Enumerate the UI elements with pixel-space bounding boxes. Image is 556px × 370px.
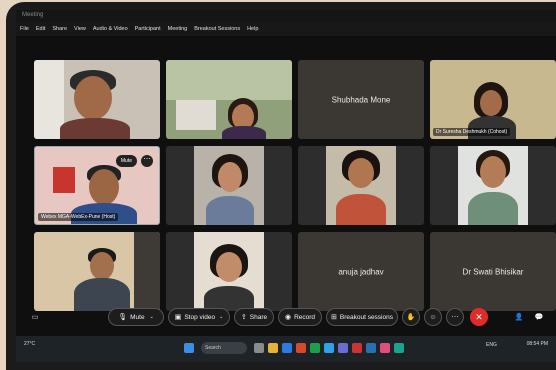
mute-indicator[interactable]: Mute — [115, 155, 137, 167]
participant-name: Dr Swati Bhisikar — [462, 267, 524, 276]
taskbar-app-icon[interactable] — [394, 343, 404, 353]
taskbar-app-icon[interactable] — [352, 343, 362, 353]
menu-participant[interactable]: Participant — [135, 26, 161, 32]
record-label: Record — [294, 313, 316, 321]
reactions-icon[interactable]: ☺ — [424, 308, 442, 326]
more-options-icon[interactable]: ⋯ — [446, 308, 464, 326]
video-camera-icon: ▣ — [174, 314, 182, 321]
mute-label: Mute — [120, 158, 132, 164]
menu-file[interactable]: File — [20, 26, 29, 32]
menu-meeting[interactable]: Meeting — [168, 26, 188, 32]
video-tile-1[interactable] — [34, 60, 160, 139]
clock[interactable]: 08:54 PM — [527, 341, 548, 347]
menu-help[interactable]: Help — [247, 26, 258, 32]
video-tile-10[interactable] — [166, 232, 292, 311]
share-button[interactable]: ⇪ Share — [234, 308, 274, 326]
participant-video — [326, 146, 396, 225]
video-tile-2[interactable] — [166, 60, 292, 139]
video-tile-9[interactable] — [34, 232, 160, 311]
menu-view[interactable]: View — [74, 26, 86, 32]
participant-name: Shubhada Mone — [331, 95, 391, 104]
title-bar: Meeting — [16, 10, 556, 22]
video-tile-12[interactable]: Dr Swati Bhisikar — [430, 232, 556, 311]
breakout-icon: ⊞ — [331, 314, 337, 321]
menu-edit[interactable]: Edit — [36, 26, 45, 32]
record-icon: ◉ — [284, 314, 292, 321]
share-icon: ⇪ — [240, 314, 247, 321]
participants-icon[interactable]: 👤 — [510, 308, 528, 326]
participant-video — [194, 232, 264, 311]
mute-button-label: Mute — [130, 313, 145, 321]
menu-breakout-sessions[interactable]: Breakout Sessions — [194, 26, 240, 32]
video-tile-7[interactable] — [298, 146, 424, 225]
stop-video-label: Stop video — [184, 313, 216, 321]
video-tile-5[interactable]: Mute ⋯ Webex MGA-WebEx-Pune (Host) — [34, 146, 160, 225]
windows-taskbar: 27°C Search ENG 08:54 PM — [16, 336, 556, 362]
weather-widget[interactable]: 27°C — [24, 341, 35, 347]
mute-button[interactable]: 🎙 Mute ⌄ — [108, 308, 164, 326]
chevron-down-icon: ⌄ — [219, 314, 224, 320]
participant-video — [166, 60, 292, 139]
breakout-sessions-button[interactable]: ⊞ Breakout sessions — [326, 308, 398, 326]
language-indicator[interactable]: ENG — [486, 342, 497, 348]
chat-icon[interactable]: ▭ — [26, 308, 44, 326]
chevron-down-icon: ⌄ — [149, 314, 154, 320]
end-call-button[interactable]: ✕ — [470, 308, 488, 326]
participant-name: Webex MGA-WebEx-Pune (Host) — [38, 213, 119, 221]
taskbar-app-icon[interactable] — [254, 343, 264, 353]
taskbar-app-icon[interactable] — [366, 343, 376, 353]
breakout-label: Breakout sessions — [339, 313, 393, 321]
taskbar-search[interactable]: Search — [201, 342, 247, 354]
menu-bar: File Edit Share View Audio & Video Parti… — [16, 22, 556, 36]
search-label: Search — [205, 345, 221, 351]
video-tile-6[interactable] — [166, 146, 292, 225]
taskbar-app-icon[interactable] — [282, 343, 292, 353]
window-title: Meeting — [22, 12, 44, 18]
taskbar-app-icon[interactable] — [380, 343, 390, 353]
share-label: Share — [249, 313, 268, 321]
screen: Meeting File Edit Share View Audio & Vid… — [16, 10, 556, 362]
microphone-icon: 🎙 — [118, 314, 128, 321]
windows-start-icon[interactable] — [184, 343, 194, 353]
menu-audio-video[interactable]: Audio & Video — [93, 26, 128, 32]
participant-video — [194, 146, 264, 225]
participant-name: Dr Suresha Deshmukh (Cohost) — [433, 128, 511, 136]
video-tile-3[interactable]: Shubhada Mone — [298, 60, 424, 139]
taskbar-app-icon[interactable] — [310, 343, 320, 353]
laptop-frame: Meeting File Edit Share View Audio & Vid… — [6, 2, 556, 370]
menu-share[interactable]: Share — [52, 26, 67, 32]
chat-bubble-icon[interactable]: 💬 — [530, 308, 548, 326]
taskbar-app-icon[interactable] — [296, 343, 306, 353]
taskbar-app-icon[interactable] — [338, 343, 348, 353]
taskbar-app-icon[interactable] — [268, 343, 278, 353]
video-tile-8[interactable] — [430, 146, 556, 225]
video-tile-4[interactable]: Dr Suresha Deshmukh (Cohost) — [430, 60, 556, 139]
video-tile-11[interactable]: anuja jadhav — [298, 232, 424, 311]
participant-name: anuja jadhav — [338, 267, 384, 276]
more-options-icon[interactable]: ⋯ — [141, 155, 153, 167]
participant-video — [34, 60, 160, 139]
participant-video — [458, 146, 528, 225]
participant-video — [34, 232, 160, 311]
raise-hand-icon[interactable]: ✋ — [402, 308, 420, 326]
taskbar-app-icon[interactable] — [324, 343, 334, 353]
record-button[interactable]: ◉ Record — [278, 308, 322, 326]
stop-video-button[interactable]: ▣ Stop video ⌄ — [168, 308, 230, 326]
